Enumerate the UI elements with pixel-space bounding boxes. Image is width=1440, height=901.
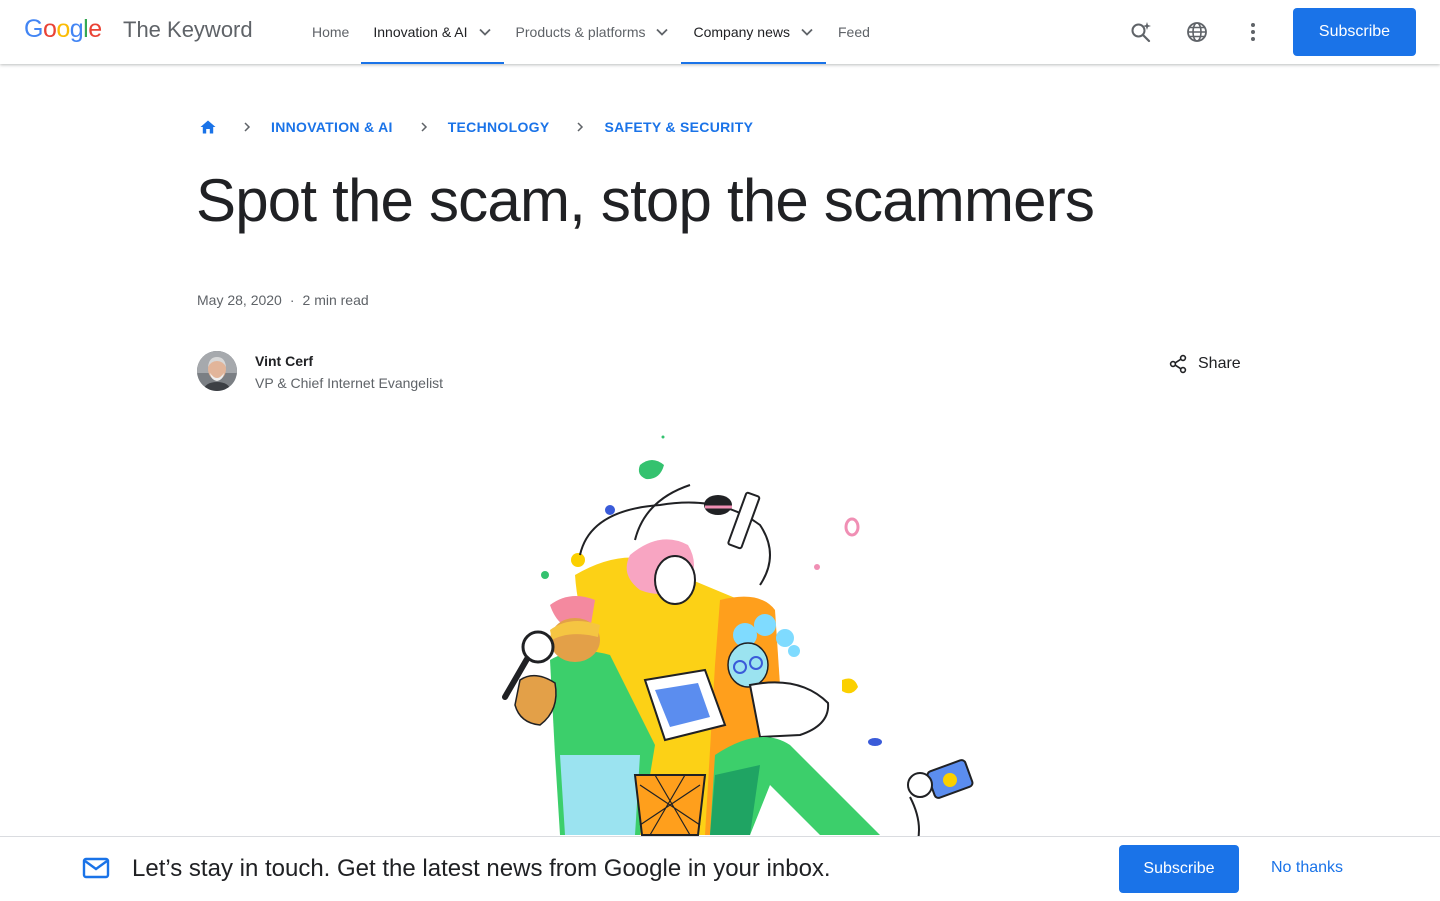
no-thanks-link[interactable]: No thanks [1271, 859, 1343, 877]
logo-letter: o [56, 15, 70, 43]
globe-icon[interactable] [1185, 20, 1209, 44]
logo-letter: o [42, 15, 57, 43]
nav-label: Innovation & AI [373, 24, 468, 40]
meta-separator: · [289, 292, 295, 308]
nav-item-home[interactable]: Home [300, 0, 361, 64]
nav-item-feed[interactable]: Feed [826, 0, 882, 64]
newsletter-banner: Let’s stay in touch. Get the latest news… [0, 836, 1440, 901]
author-name[interactable]: Vint Cerf [255, 353, 313, 369]
newsletter-subscribe-button[interactable]: Subscribe [1119, 845, 1239, 893]
home-icon[interactable] [200, 120, 216, 134]
nav-item-products-platforms[interactable]: Products & platforms [504, 0, 682, 64]
scam-illustration [502, 435, 974, 840]
share-icon [1169, 354, 1187, 374]
site-title[interactable]: The Keyword [123, 17, 253, 43]
breadcrumb-safety-security[interactable]: SAFETY & SECURITY [604, 119, 753, 135]
nav-label: Home [312, 24, 350, 40]
chevron-down-icon [478, 28, 491, 36]
search-sparkle-icon[interactable] [1129, 20, 1153, 44]
publish-date: May 28, 2020 [197, 292, 282, 308]
subscribe-button[interactable]: Subscribe [1293, 8, 1416, 56]
nav-item-company-news[interactable]: Company news [681, 0, 826, 64]
site-header: Google The Keyword Home Innovation & AI … [0, 0, 1440, 64]
logo-letter: g [69, 15, 84, 43]
share-label: Share [1198, 355, 1241, 372]
chevron-down-icon [656, 28, 669, 36]
chevron-right-icon [244, 122, 251, 132]
read-time: 2 min read [302, 292, 369, 308]
breadcrumb-innovation-ai[interactable]: INNOVATION & AI [271, 119, 393, 135]
nav-item-innovation-ai[interactable]: Innovation & AI [361, 0, 504, 64]
main-nav: Home Innovation & AI Products & platform… [300, 0, 882, 64]
logo-letter: e [88, 15, 102, 43]
breadcrumb-technology[interactable]: TECHNOLOGY [448, 119, 550, 135]
google-logo[interactable]: Google [24, 15, 102, 44]
chevron-right-icon [577, 122, 584, 132]
nav-label: Products & platforms [515, 24, 646, 40]
author-photo [197, 351, 237, 391]
logo-letter: G [24, 15, 43, 43]
article-meta: May 28, 2020 · 2 min read [197, 292, 369, 308]
author-avatar [197, 351, 237, 391]
nav-label: Company news [693, 24, 790, 40]
mail-icon [82, 857, 110, 879]
chevron-right-icon [421, 122, 427, 132]
more-vert-icon[interactable] [1241, 20, 1265, 44]
newsletter-message: Let’s stay in touch. Get the latest news… [132, 855, 831, 882]
breadcrumb: INNOVATION & AI TECHNOLOGY SAFETY & SECU… [200, 117, 753, 137]
article-title: Spot the scam, stop the scammers [196, 167, 1095, 234]
nav-label: Feed [837, 24, 870, 40]
chevron-down-icon [801, 28, 813, 36]
hero-illustration [460, 425, 990, 840]
share-button[interactable]: Share [1168, 352, 1241, 376]
author-role: VP & Chief Internet Evangelist [255, 375, 444, 391]
